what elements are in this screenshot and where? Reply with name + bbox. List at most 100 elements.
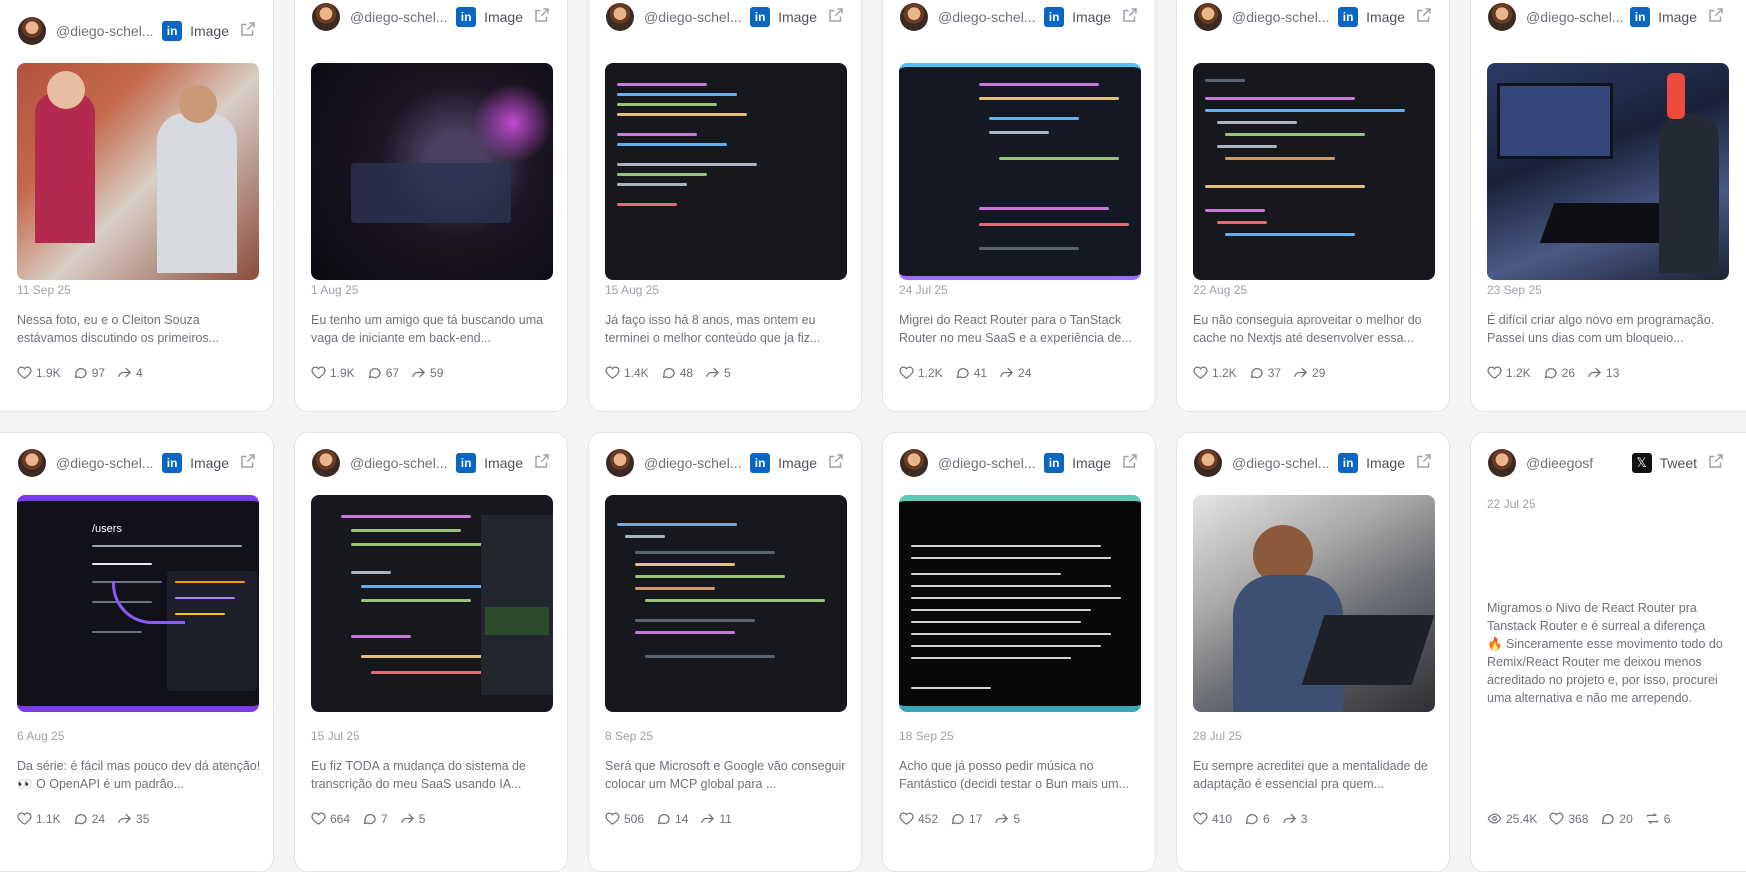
linkedin-icon: in xyxy=(162,453,183,473)
linkedin-icon: in xyxy=(1630,7,1651,27)
post-card[interactable]: @diego-schel... in Image /users 6 Aug 25… xyxy=(0,432,274,872)
post-card[interactable]: @diego-schel... in Image 28 Jul 25 Eu se… xyxy=(1176,432,1450,872)
avatar xyxy=(18,449,46,477)
post-card[interactable]: @diego-schel... in Image 11 Sep 25 Nessa… xyxy=(0,0,274,412)
post-type-label: Image xyxy=(778,9,817,25)
post-date: 23 Sep 25 xyxy=(1487,283,1542,297)
external-link-icon[interactable] xyxy=(1707,6,1725,29)
comment-icon xyxy=(363,813,376,825)
author-handle[interactable]: @diego-schel... xyxy=(1232,455,1329,471)
author-handle[interactable]: @diego-schel... xyxy=(350,9,447,25)
avatar xyxy=(312,3,340,31)
post-card[interactable]: @diego-schel... in Image 8 Sep 25 Será q… xyxy=(588,432,862,872)
comments-stat: 67 xyxy=(367,365,399,380)
retweets-stat: 6 xyxy=(1645,811,1670,826)
post-image[interactable] xyxy=(899,63,1141,280)
post-type-label: Image xyxy=(484,9,523,25)
comments-stat: 6 xyxy=(1244,811,1270,826)
external-link-icon[interactable] xyxy=(533,6,551,29)
post-card[interactable]: @diego-schel... in Image 24 Jul 25 Migre… xyxy=(882,0,1156,412)
shares-stat: 24 xyxy=(999,365,1031,380)
author-handle[interactable]: @diego-schel... xyxy=(938,455,1035,471)
avatar xyxy=(606,3,634,31)
author-handle[interactable]: @diego-schel... xyxy=(56,455,153,471)
external-link-icon[interactable] xyxy=(827,452,845,475)
author-handle[interactable]: @diego-schel... xyxy=(56,23,153,39)
tweet-text: Migramos o Nivo de React Router pra Tans… xyxy=(1487,601,1723,705)
external-link-icon[interactable] xyxy=(533,452,551,475)
author-handle[interactable]: @diego-schel... xyxy=(644,9,741,25)
post-image[interactable]: /users xyxy=(17,495,259,712)
author-handle[interactable]: @diego-schel... xyxy=(644,455,741,471)
eye-icon xyxy=(1487,813,1502,824)
post-card[interactable]: @diego-schel... in Image 15 Jul 25 Eu fi… xyxy=(294,432,568,872)
post-image[interactable] xyxy=(1193,63,1435,280)
post-image[interactable] xyxy=(1193,495,1435,712)
external-link-icon[interactable] xyxy=(1707,452,1725,475)
external-link-icon[interactable] xyxy=(1121,452,1139,475)
post-image[interactable] xyxy=(311,63,553,280)
external-link-icon[interactable] xyxy=(239,452,257,475)
author-handle[interactable]: @diego-schel... xyxy=(938,9,1035,25)
post-excerpt: Da série: é fácil mas pouco dev dá atenç… xyxy=(17,759,261,791)
external-link-icon[interactable] xyxy=(1415,452,1433,475)
heart-icon xyxy=(605,812,620,825)
post-image[interactable] xyxy=(311,495,553,712)
author-handle[interactable]: @diego-schel... xyxy=(1232,9,1329,25)
post-image[interactable] xyxy=(605,495,847,712)
shares-stat: 3 xyxy=(1282,811,1307,826)
comment-icon xyxy=(74,367,87,379)
post-image[interactable] xyxy=(1487,63,1729,280)
post-type-label: Image xyxy=(1072,9,1111,25)
external-link-icon[interactable] xyxy=(827,6,845,29)
author-handle[interactable]: @diego-schel... xyxy=(1526,9,1623,25)
comment-icon xyxy=(74,813,87,825)
shares-stat: 29 xyxy=(1293,365,1325,380)
avatar xyxy=(1488,3,1516,31)
author-handle[interactable]: @diego-schel... xyxy=(350,455,447,471)
post-card[interactable]: @diego-schel... in Image 18 Sep 25 Acho … xyxy=(882,432,1156,872)
post-date: 24 Jul 25 xyxy=(899,283,948,297)
external-link-icon[interactable] xyxy=(1121,6,1139,29)
share-icon xyxy=(400,813,414,824)
x-logo-icon: 𝕏 xyxy=(1631,453,1652,473)
likes-stat: 1.2K xyxy=(899,365,943,380)
post-excerpt: Migrei do React Router para o TanStack R… xyxy=(899,313,1132,345)
avatar xyxy=(18,17,46,45)
comments-stat: 20 xyxy=(1600,811,1633,826)
post-card[interactable]: @diego-schel... in Image 22 Aug 25 Eu nã… xyxy=(1176,0,1450,412)
likes-stat: 1.2K xyxy=(1487,365,1531,380)
post-excerpt: Eu sempre acreditei que a mentalidade de… xyxy=(1193,759,1428,791)
tweet-stats: 25.4K 368 20 6 xyxy=(1487,811,1670,826)
shares-stat: 5 xyxy=(705,365,731,380)
post-type-label: Image xyxy=(1072,455,1111,471)
post-type-label: Image xyxy=(1366,9,1405,25)
post-stats: 1.9K 97 4 xyxy=(17,365,143,380)
heart-icon xyxy=(17,812,32,825)
post-excerpt: Eu tenho um amigo que tá buscando uma va… xyxy=(311,313,544,345)
linkedin-icon: in xyxy=(456,7,477,27)
post-card[interactable]: @diego-schel... in Image 23 Sep 25 É dif… xyxy=(1470,0,1746,412)
post-type-label: Image xyxy=(778,455,817,471)
comments-stat: 14 xyxy=(656,811,688,826)
post-date: 22 Jul 25 xyxy=(1487,497,1536,511)
share-icon xyxy=(1000,367,1014,378)
post-stats: 1.4K 48 5 xyxy=(605,365,731,380)
external-link-icon[interactable] xyxy=(239,20,257,43)
post-date: 22 Aug 25 xyxy=(1193,283,1248,297)
tweet-card[interactable]: @dieegosf 𝕏 Tweet 22 Jul 25 Migramos o N… xyxy=(1470,432,1746,872)
post-type-label: Image xyxy=(190,455,229,471)
likes-stat: 664 xyxy=(311,811,350,826)
author-handle[interactable]: @dieegosf xyxy=(1526,455,1593,471)
post-image[interactable] xyxy=(605,63,847,280)
post-card[interactable]: @diego-schel... in Image 15 Aug 25 Já fa… xyxy=(588,0,862,412)
post-image[interactable] xyxy=(17,63,259,280)
comments-stat: 97 xyxy=(73,365,105,380)
heart-icon xyxy=(17,366,32,379)
post-stats: 506 14 11 xyxy=(605,811,732,826)
post-image[interactable] xyxy=(899,495,1141,712)
shares-stat: 11 xyxy=(700,811,732,826)
heart-icon xyxy=(899,812,914,825)
post-card[interactable]: @diego-schel... in Image 1 Aug 25 Eu ten… xyxy=(294,0,568,412)
external-link-icon[interactable] xyxy=(1415,6,1433,29)
